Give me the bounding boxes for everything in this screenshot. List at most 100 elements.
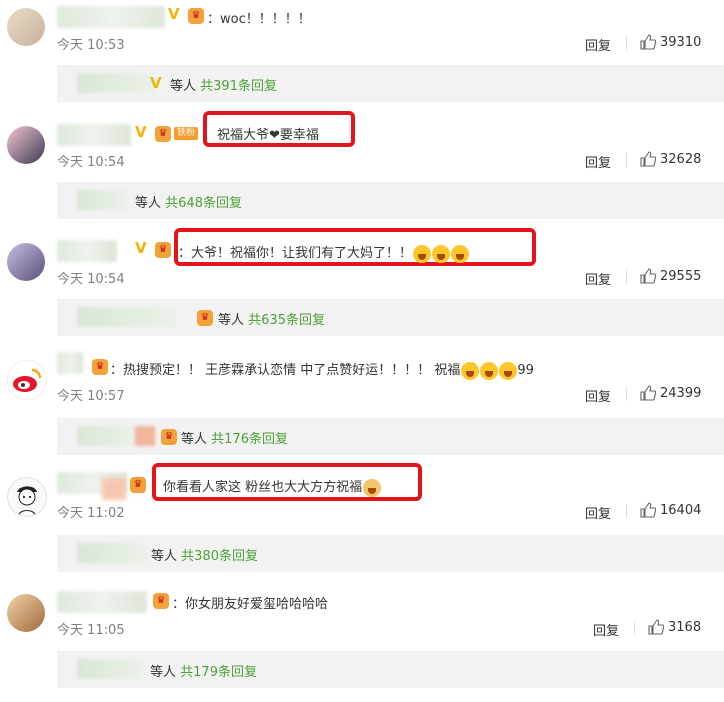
sub-reply-summary[interactable]: 等人 共380条回复 bbox=[151, 545, 258, 564]
avatar[interactable] bbox=[7, 594, 45, 632]
comment-text: ：大爷！祝福你！让我们有了大妈了！！ bbox=[178, 242, 470, 263]
username-blurred[interactable] bbox=[57, 124, 131, 146]
like-button[interactable]: 32628 bbox=[640, 151, 701, 167]
thumbs-up-icon bbox=[640, 502, 656, 518]
thumbs-up-icon bbox=[640, 151, 656, 167]
emoji-icon bbox=[432, 244, 451, 263]
fan-badge: 铁粉 bbox=[174, 127, 199, 140]
sub-reply-summary[interactable]: 等人 共648条回复 bbox=[135, 192, 242, 211]
comment-item: V ♛ ：woc！！！！！ 今天 10:53 回复 39310 V 等人 共39… bbox=[0, 0, 724, 117]
emoji-icon bbox=[413, 244, 432, 263]
comment-time: 今天 11:02 bbox=[57, 506, 125, 521]
divider bbox=[626, 36, 627, 50]
username-blurred[interactable] bbox=[57, 591, 147, 613]
comment-text: ：woc！！！！！ bbox=[207, 12, 311, 27]
avatar[interactable] bbox=[7, 477, 47, 517]
reply-button[interactable]: 回复 bbox=[593, 620, 619, 639]
username-blurred[interactable] bbox=[57, 6, 165, 28]
divider bbox=[626, 270, 627, 284]
thumbs-up-icon bbox=[640, 385, 656, 401]
avatar[interactable] bbox=[7, 8, 45, 46]
comment-time: 今天 10:57 bbox=[57, 389, 125, 404]
avatar[interactable] bbox=[7, 126, 45, 164]
thumbs-up-icon bbox=[640, 268, 656, 284]
crown-badge-icon: ♛ bbox=[161, 429, 177, 445]
avatar[interactable] bbox=[7, 243, 45, 281]
sub-replies-bar[interactable]: V 等人 共391条回复 bbox=[57, 65, 724, 102]
emoji-icon bbox=[461, 361, 480, 380]
comment-text: 祝福大爷❤要幸福 bbox=[217, 128, 319, 143]
sub-replies-bar[interactable]: 等人 共648条回复 bbox=[57, 182, 724, 219]
emoji-icon bbox=[499, 361, 518, 380]
sub-username-blurred bbox=[77, 73, 157, 93]
like-count: 29555 bbox=[660, 268, 702, 284]
doge-emoji-icon bbox=[363, 478, 382, 497]
comment-item: ♛ 你看看人家这 粉丝也大大方方祝福 今天 11:02 回复 16404 等人 … bbox=[0, 463, 724, 585]
comment-item: ♛ ：热搜预定！！ 王彦霖承认恋情 中了点赞好运！！！！ 祝福 99 今天 10:… bbox=[0, 351, 724, 468]
reply-button[interactable]: 回复 bbox=[585, 152, 611, 171]
divider bbox=[626, 504, 627, 518]
divider bbox=[626, 153, 627, 167]
comment-time: 今天 11:05 bbox=[57, 623, 125, 638]
reply-button[interactable]: 回复 bbox=[585, 503, 611, 522]
like-button[interactable]: 39310 bbox=[640, 34, 701, 50]
divider bbox=[634, 621, 635, 635]
crown-badge-icon: ♛ bbox=[130, 477, 146, 493]
like-count: 39310 bbox=[660, 34, 702, 50]
crown-badge-icon: ♛ bbox=[188, 8, 204, 24]
sub-username-blurred bbox=[77, 190, 127, 210]
comment-time: 今天 10:54 bbox=[57, 155, 125, 170]
sub-avatar-blurred bbox=[102, 478, 126, 500]
weibo-logo-icon bbox=[13, 368, 42, 392]
vip-v-badge: V bbox=[135, 123, 147, 141]
crown-badge-icon: ♛ bbox=[155, 126, 171, 142]
sub-username-blurred bbox=[77, 426, 137, 446]
cartoon-avatar-icon bbox=[17, 486, 37, 516]
like-button[interactable]: 29555 bbox=[640, 268, 701, 284]
like-count: 24399 bbox=[660, 385, 702, 401]
sub-username-blurred bbox=[77, 307, 177, 327]
sub-replies-bar[interactable]: 等人 共380条回复 bbox=[57, 535, 724, 572]
vip-v-badge: V bbox=[150, 74, 162, 92]
comment-item: ♛ ：你女朋友好爱玺哈哈哈哈 今天 11:05 回复 3168 等人 共179条… bbox=[0, 585, 724, 702]
username-blurred[interactable] bbox=[57, 240, 117, 262]
crown-badge-icon: ♛ bbox=[197, 310, 213, 326]
sub-avatar-blurred bbox=[135, 426, 155, 446]
like-count: 3168 bbox=[668, 619, 702, 635]
sub-reply-summary[interactable]: 等人 共391条回复 bbox=[170, 75, 277, 94]
comment-item: V ♛ 铁粉 祝福大爷❤要幸福 今天 10:54 回复 32628 等人 共64… bbox=[0, 111, 724, 234]
crown-badge-icon: ♛ bbox=[92, 359, 108, 375]
sub-reply-summary[interactable]: 等人 共635条回复 bbox=[218, 309, 325, 328]
divider bbox=[626, 387, 627, 401]
sub-reply-summary[interactable]: 等人 共179条回复 bbox=[150, 661, 257, 680]
reply-button[interactable]: 回复 bbox=[585, 35, 611, 54]
reply-button[interactable]: 回复 bbox=[585, 386, 611, 405]
like-button[interactable]: 3168 bbox=[648, 619, 701, 635]
comment-item: V ♛ ：大爷！祝福你！让我们有了大妈了！！ 今天 10:54 回复 29555… bbox=[0, 228, 724, 351]
vip-v-badge: V bbox=[168, 5, 180, 23]
comment-text: 你看看人家这 粉丝也大大方方祝福 bbox=[163, 476, 382, 497]
thumbs-up-icon bbox=[648, 619, 664, 635]
weibo-logo-avatar[interactable] bbox=[7, 360, 47, 400]
emoji-icon bbox=[480, 361, 499, 380]
thumbs-up-icon bbox=[640, 34, 656, 50]
sub-replies-bar[interactable]: 等人 共179条回复 bbox=[57, 651, 724, 688]
sub-replies-bar[interactable]: ♛ 等人 共635条回复 bbox=[57, 299, 724, 336]
comment-text: ：你女朋友好爱玺哈哈哈哈 bbox=[172, 597, 329, 612]
username-blurred[interactable] bbox=[57, 352, 83, 374]
reply-button[interactable]: 回复 bbox=[585, 269, 611, 288]
like-button[interactable]: 16404 bbox=[640, 502, 701, 518]
crown-badge-icon: ♛ bbox=[155, 242, 171, 258]
comment-time: 今天 10:53 bbox=[57, 38, 125, 53]
like-count: 32628 bbox=[660, 151, 702, 167]
sub-username-blurred bbox=[77, 659, 143, 679]
like-button[interactable]: 24399 bbox=[640, 385, 701, 401]
sub-replies-bar[interactable]: ♛ 等人 共176条回复 bbox=[57, 418, 724, 455]
comment-text: ：热搜预定！！ 王彦霖承认恋情 中了点赞好运！！！！ 祝福 99 bbox=[110, 361, 534, 380]
emoji-icon bbox=[451, 244, 470, 263]
like-count: 16404 bbox=[660, 502, 702, 518]
crown-badge-icon: ♛ bbox=[153, 593, 169, 609]
sub-username-blurred bbox=[77, 543, 149, 563]
sub-reply-summary[interactable]: 等人 共176条回复 bbox=[181, 428, 288, 447]
comment-time: 今天 10:54 bbox=[57, 272, 125, 287]
